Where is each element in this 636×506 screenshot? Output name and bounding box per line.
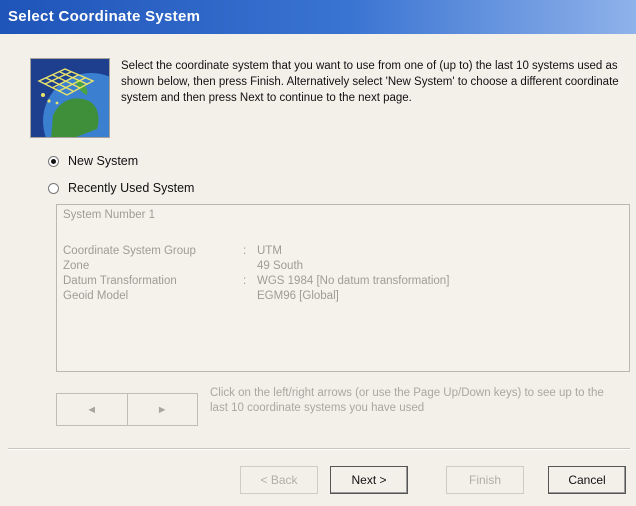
- info-value: 49 South: [257, 260, 304, 272]
- info-label: Datum Transformation: [63, 275, 177, 287]
- window-title: Select Coordinate System: [8, 8, 201, 25]
- system-info-panel: System Number 1 Coordinate System Group …: [56, 204, 630, 372]
- cancel-button[interactable]: Cancel: [548, 466, 626, 494]
- info-value: WGS 1984 [No datum transformation]: [257, 275, 450, 287]
- title-bar: Select Coordinate System: [0, 0, 636, 34]
- system-nav-arrows: ◄ ►: [56, 393, 198, 426]
- info-label: Zone: [63, 260, 90, 272]
- globe-grid-icon: [30, 58, 110, 138]
- info-label: Coordinate System Group: [63, 245, 196, 257]
- finish-button[interactable]: Finish: [446, 466, 524, 494]
- info-separator: :: [243, 275, 247, 287]
- new-system-option[interactable]: New System: [48, 154, 138, 168]
- info-separator: :: [243, 245, 247, 257]
- footer-divider: [8, 448, 630, 450]
- left-arrow-icon: ◄: [86, 403, 98, 416]
- info-row-zone: Zone 49 South: [63, 260, 303, 272]
- previous-system-button[interactable]: ◄: [57, 394, 128, 425]
- navigation-hint: Click on the left/right arrows (or use t…: [210, 387, 604, 414]
- intro-text: Select the coordinate system that you wa…: [121, 60, 619, 104]
- info-separator: [243, 260, 257, 272]
- next-system-button[interactable]: ►: [128, 394, 198, 425]
- next-button[interactable]: Next >: [330, 466, 408, 494]
- new-system-label[interactable]: New System: [68, 154, 138, 168]
- recent-system-option[interactable]: Recently Used System: [48, 181, 194, 195]
- system-number-title: System Number 1: [63, 209, 156, 221]
- info-row-datum: Datum Transformation : WGS 1984 [No datu…: [63, 275, 449, 287]
- info-value: EGM96 [Global]: [257, 290, 339, 302]
- info-row-geoid: Geoid Model EGM96 [Global]: [63, 290, 339, 302]
- new-system-radio[interactable]: [48, 155, 59, 167]
- right-arrow-icon: ►: [156, 403, 168, 416]
- recent-system-radio[interactable]: [48, 182, 59, 194]
- info-value: UTM: [257, 245, 282, 257]
- recent-system-label[interactable]: Recently Used System: [68, 181, 194, 195]
- back-button[interactable]: < Back: [240, 466, 318, 494]
- info-separator: [243, 290, 257, 302]
- info-row-group: Coordinate System Group : UTM: [63, 245, 282, 257]
- info-label: Geoid Model: [63, 290, 129, 302]
